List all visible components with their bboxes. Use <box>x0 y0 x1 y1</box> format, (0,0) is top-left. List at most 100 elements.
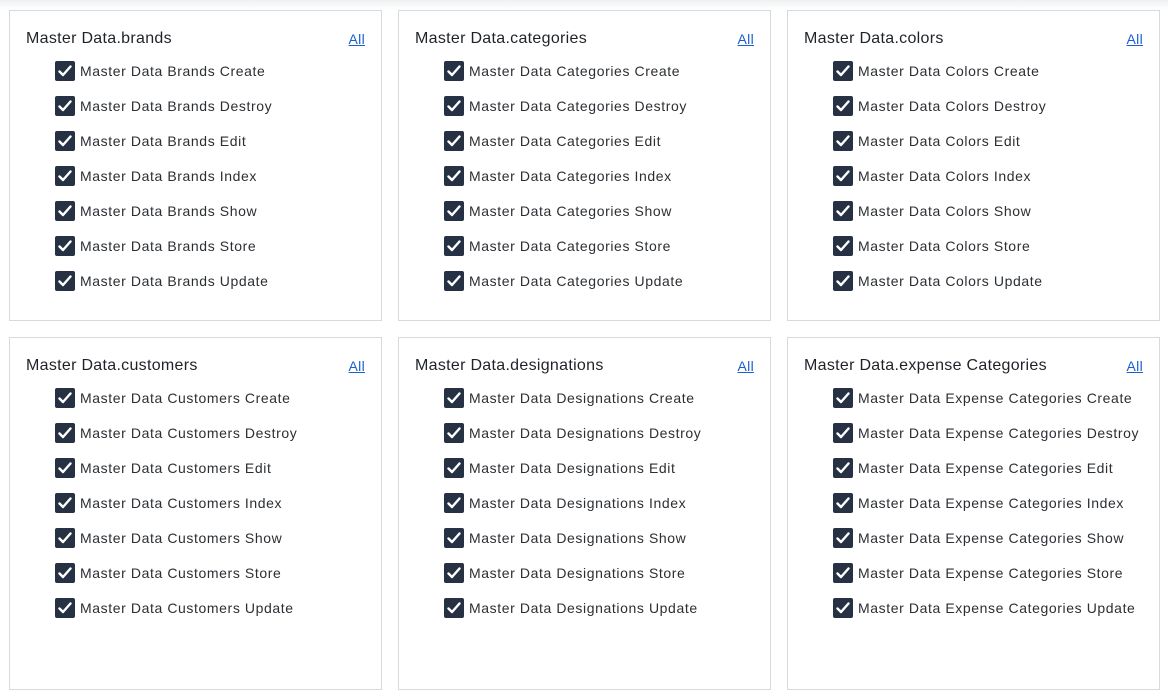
permission-label[interactable]: Master Data Customers Index <box>80 493 282 514</box>
checkbox[interactable] <box>55 166 75 186</box>
permission-item[interactable]: Master Data Expense Categories Index <box>833 488 1143 523</box>
permission-item[interactable]: Master Data Customers Update <box>55 593 365 628</box>
permission-label[interactable]: Master Data Designations Store <box>469 563 685 584</box>
permission-item[interactable]: Master Data Customers Edit <box>55 453 365 488</box>
select-all-link[interactable]: All <box>738 31 754 47</box>
permission-label[interactable]: Master Data Colors Show <box>858 201 1031 222</box>
permission-item[interactable]: Master Data Customers Show <box>55 523 365 558</box>
checkbox[interactable] <box>833 271 853 291</box>
permission-item[interactable]: Master Data Brands Update <box>55 266 365 301</box>
permission-label[interactable]: Master Data Customers Store <box>80 563 281 584</box>
checkbox[interactable] <box>55 493 75 513</box>
permission-item[interactable]: Master Data Categories Index <box>444 161 754 196</box>
permission-item[interactable]: Master Data Categories Create <box>444 56 754 91</box>
permission-item[interactable]: Master Data Categories Destroy <box>444 91 754 126</box>
permission-item[interactable]: Master Data Expense Categories Update <box>833 593 1143 628</box>
permission-item[interactable]: Master Data Colors Edit <box>833 126 1143 161</box>
permission-item[interactable]: Master Data Brands Store <box>55 231 365 266</box>
permission-item[interactable]: Master Data Brands Edit <box>55 126 365 161</box>
select-all-link[interactable]: All <box>349 31 365 47</box>
permission-item[interactable]: Master Data Customers Create <box>55 383 365 418</box>
select-all-link[interactable]: All <box>349 358 365 374</box>
checkbox[interactable] <box>55 201 75 221</box>
permission-item[interactable]: Master Data Designations Show <box>444 523 754 558</box>
permission-label[interactable]: Master Data Customers Create <box>80 388 291 409</box>
permission-item[interactable]: Master Data Designations Store <box>444 558 754 593</box>
checkbox[interactable] <box>55 388 75 408</box>
permission-item[interactable]: Master Data Designations Update <box>444 593 754 628</box>
permission-label[interactable]: Master Data Designations Show <box>469 528 686 549</box>
checkbox[interactable] <box>833 528 853 548</box>
permission-item[interactable]: Master Data Brands Destroy <box>55 91 365 126</box>
permission-item[interactable]: Master Data Colors Destroy <box>833 91 1143 126</box>
permission-label[interactable]: Master Data Categories Create <box>469 61 680 82</box>
permission-label[interactable]: Master Data Colors Store <box>858 236 1030 257</box>
permission-item[interactable]: Master Data Expense Categories Destroy <box>833 418 1143 453</box>
permission-item[interactable]: Master Data Colors Update <box>833 266 1143 301</box>
checkbox[interactable] <box>444 201 464 221</box>
checkbox[interactable] <box>444 528 464 548</box>
checkbox[interactable] <box>833 166 853 186</box>
checkbox[interactable] <box>55 131 75 151</box>
permission-label[interactable]: Master Data Customers Destroy <box>80 423 297 444</box>
permission-item[interactable]: Master Data Expense Categories Store <box>833 558 1143 593</box>
permission-label[interactable]: Master Data Expense Categories Update <box>858 598 1135 619</box>
permission-label[interactable]: Master Data Designations Update <box>469 598 698 619</box>
permission-item[interactable]: Master Data Expense Categories Create <box>833 383 1143 418</box>
checkbox[interactable] <box>833 563 853 583</box>
permission-item[interactable]: Master Data Designations Destroy <box>444 418 754 453</box>
permission-label[interactable]: Master Data Colors Destroy <box>858 96 1046 117</box>
permission-label[interactable]: Master Data Designations Edit <box>469 458 676 479</box>
checkbox[interactable] <box>833 131 853 151</box>
permission-label[interactable]: Master Data Brands Store <box>80 236 256 257</box>
permission-item[interactable]: Master Data Customers Index <box>55 488 365 523</box>
permission-label[interactable]: Master Data Designations Destroy <box>469 423 701 444</box>
checkbox[interactable] <box>444 493 464 513</box>
permission-label[interactable]: Master Data Categories Store <box>469 236 671 257</box>
checkbox[interactable] <box>833 61 853 81</box>
permission-item[interactable]: Master Data Brands Show <box>55 196 365 231</box>
checkbox[interactable] <box>833 201 853 221</box>
checkbox[interactable] <box>55 458 75 478</box>
permission-item[interactable]: Master Data Colors Index <box>833 161 1143 196</box>
permission-label[interactable]: Master Data Colors Edit <box>858 131 1020 152</box>
permission-label[interactable]: Master Data Customers Edit <box>80 458 271 479</box>
checkbox[interactable] <box>444 61 464 81</box>
permission-label[interactable]: Master Data Designations Index <box>469 493 686 514</box>
select-all-link[interactable]: All <box>1127 31 1143 47</box>
permission-item[interactable]: Master Data Categories Edit <box>444 126 754 161</box>
checkbox[interactable] <box>55 563 75 583</box>
permission-label[interactable]: Master Data Categories Index <box>469 166 672 187</box>
checkbox[interactable] <box>55 61 75 81</box>
checkbox[interactable] <box>833 236 853 256</box>
checkbox[interactable] <box>444 166 464 186</box>
permission-label[interactable]: Master Data Customers Update <box>80 598 294 619</box>
permission-label[interactable]: Master Data Designations Create <box>469 388 695 409</box>
permission-label[interactable]: Master Data Colors Create <box>858 61 1040 82</box>
permission-item[interactable]: Master Data Designations Edit <box>444 453 754 488</box>
permission-label[interactable]: Master Data Brands Update <box>80 271 269 292</box>
permission-label[interactable]: Master Data Expense Categories Destroy <box>858 423 1139 444</box>
permission-label[interactable]: Master Data Expense Categories Create <box>858 388 1132 409</box>
checkbox[interactable] <box>444 563 464 583</box>
checkbox[interactable] <box>55 423 75 443</box>
permission-label[interactable]: Master Data Categories Update <box>469 271 683 292</box>
checkbox[interactable] <box>55 271 75 291</box>
permission-item[interactable]: Master Data Expense Categories Show <box>833 523 1143 558</box>
select-all-link[interactable]: All <box>1127 358 1143 374</box>
checkbox[interactable] <box>833 96 853 116</box>
select-all-link[interactable]: All <box>738 358 754 374</box>
permission-item[interactable]: Master Data Customers Destroy <box>55 418 365 453</box>
checkbox[interactable] <box>833 598 853 618</box>
checkbox[interactable] <box>444 423 464 443</box>
checkbox[interactable] <box>444 388 464 408</box>
permission-label[interactable]: Master Data Brands Index <box>80 166 257 187</box>
permission-item[interactable]: Master Data Expense Categories Edit <box>833 453 1143 488</box>
checkbox[interactable] <box>833 423 853 443</box>
permission-label[interactable]: Master Data Brands Destroy <box>80 96 272 117</box>
checkbox[interactable] <box>55 96 75 116</box>
permission-label[interactable]: Master Data Categories Show <box>469 201 672 222</box>
permission-label[interactable]: Master Data Colors Update <box>858 271 1043 292</box>
checkbox[interactable] <box>444 271 464 291</box>
permission-label[interactable]: Master Data Brands Create <box>80 61 265 82</box>
